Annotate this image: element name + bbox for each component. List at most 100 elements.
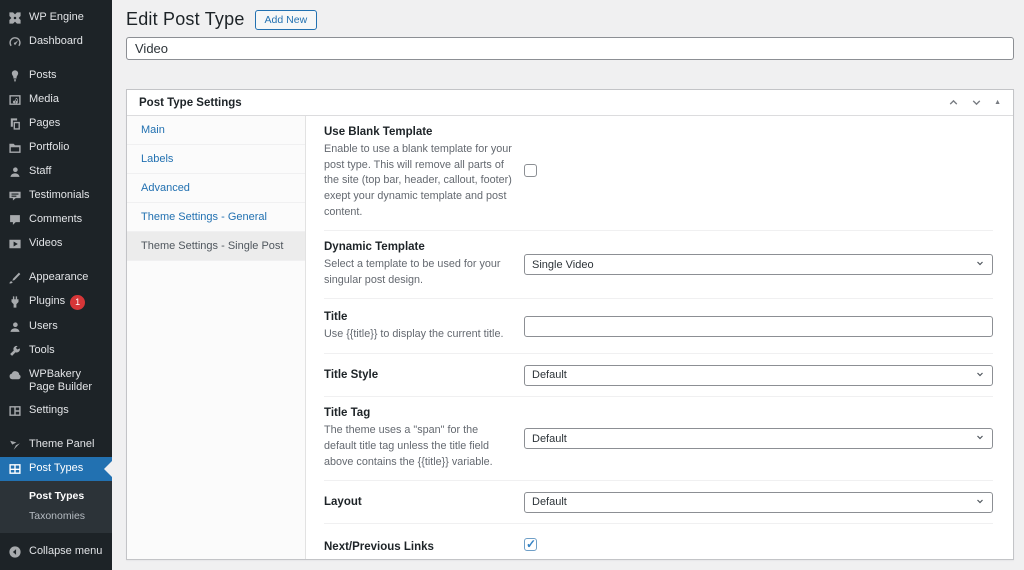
post-types-submenu: Post Types Taxonomies [0, 481, 112, 533]
collapse-arrow-icon [8, 545, 22, 559]
sidebar-item-label: Dashboard [29, 35, 83, 47]
field-label: Dynamic Template [324, 241, 425, 254]
post-type-settings-panel: Post Type Settings ▲ Main Labels Advance… [126, 89, 1014, 560]
sidebar-item-users[interactable]: Users [0, 315, 112, 339]
field-label: Title Style [324, 369, 379, 382]
sidebar-item-comments[interactable]: Comments [0, 208, 112, 232]
person-icon [8, 165, 22, 179]
plugins-update-badge: 1 [70, 295, 86, 310]
title-tag-select[interactable]: Default [524, 428, 993, 450]
submenu-item-taxonomies[interactable]: Taxonomies [0, 506, 112, 526]
sidebar-item-label: Testimonials [29, 189, 90, 201]
field-row-use-blank-template: Use Blank Template Enable to use a blank… [324, 116, 993, 232]
sidebar-item-wpbakery[interactable]: WPBakery Page Builder [0, 363, 112, 399]
main-content: Edit Post Type Add New Post Type Setting… [112, 0, 1024, 570]
move-down-icon[interactable] [971, 97, 982, 108]
move-up-icon[interactable] [948, 97, 959, 108]
dynamic-template-select[interactable]: Single Video [524, 254, 993, 276]
sidebar-item-portfolio[interactable]: Portfolio [0, 136, 112, 160]
field-label: Title [324, 310, 348, 323]
person-icon [8, 320, 22, 334]
chevron-down-icon [975, 496, 985, 509]
post-type-name-input[interactable] [126, 37, 1014, 60]
brush-icon [8, 271, 22, 285]
sidebar-item-label: Appearance [29, 271, 89, 283]
tab-advanced[interactable]: Advanced [127, 174, 305, 203]
sidebar-item-label: Plugins [29, 295, 66, 307]
next-previous-links-checkbox[interactable] [524, 537, 537, 552]
field-label: Use Blank Template [324, 126, 433, 138]
field-row-title-tag: Title Tag The theme uses a "span" for th… [324, 397, 993, 482]
field-label: Title Tag [324, 407, 371, 420]
wpengine-logo-icon [8, 11, 22, 25]
collapse-menu-button[interactable]: Collapse menu [0, 540, 112, 564]
sidebar-item-plugins[interactable]: Plugins 1 [0, 290, 112, 315]
field-row-dynamic-template: Dynamic Template Select a template to be… [324, 231, 993, 300]
sidebar-item-label: Users [29, 320, 58, 332]
page-header: Edit Post Type Add New [126, 9, 1014, 30]
add-new-button[interactable]: Add New [254, 9, 318, 30]
sidebar-item-media[interactable]: Media [0, 88, 112, 112]
title-input[interactable] [524, 315, 993, 337]
sidebar-item-label: Comments [29, 213, 83, 225]
field-label: Layout [324, 496, 362, 509]
submenu-item-post-types[interactable]: Post Types [0, 486, 112, 506]
layout-select[interactable]: Default [524, 491, 993, 513]
sidebar-item-appearance[interactable]: Appearance [0, 266, 112, 290]
sidebar-item-pages[interactable]: Pages [0, 112, 112, 136]
title-style-select[interactable]: Default [524, 364, 993, 386]
field-description: Enable to use a blank template for your … [324, 143, 512, 218]
tab-main[interactable]: Main [127, 116, 305, 145]
pushpin-icon [8, 69, 22, 83]
testimonial-icon [8, 189, 22, 203]
field-row-title: Title Use {{title}} to display the curre… [324, 299, 993, 355]
media-icon [8, 93, 22, 107]
sidebar-item-label: Theme Panel [29, 438, 95, 450]
chevron-down-icon [975, 369, 985, 382]
field-description: Use {{title}} to display the current tit… [324, 327, 504, 340]
panel-body: Main Labels Advanced Theme Settings - Ge… [127, 116, 1013, 559]
tab-labels[interactable]: Labels [127, 145, 305, 174]
sidebar-item-label: Media [29, 93, 59, 105]
sidebar-item-label: Settings [29, 404, 69, 416]
grid-icon [8, 462, 22, 476]
folder-icon [8, 141, 22, 155]
sidebar-item-label: Videos [29, 237, 63, 249]
tab-theme-settings-single-post[interactable]: Theme Settings - Single Post [127, 232, 305, 261]
sidebar-item-staff[interactable]: Staff [0, 160, 112, 184]
settings-icon [8, 404, 22, 418]
panel-header: Post Type Settings ▲ [127, 90, 1013, 116]
sidebar-item-label: Tools [29, 344, 55, 356]
sidebar-item-testimonials[interactable]: Testimonials [0, 184, 112, 208]
collapse-menu-label: Collapse menu [29, 545, 103, 557]
wrench-icon [8, 344, 22, 358]
toggle-panel-icon[interactable]: ▲ [994, 99, 1001, 106]
sidebar-separator [0, 256, 112, 266]
sidebar-item-label: Posts [29, 69, 57, 81]
field-description: The theme uses a "span" for the default … [324, 424, 493, 468]
tab-theme-settings-general[interactable]: Theme Settings - General [127, 203, 305, 232]
sidebar-item-videos[interactable]: Videos [0, 232, 112, 256]
panel-title: Post Type Settings [139, 96, 242, 109]
use-blank-template-checkbox[interactable] [524, 164, 537, 178]
sidebar-item-post-types[interactable]: Post Types [0, 457, 112, 481]
sidebar-item-label: Post Types [29, 462, 84, 474]
field-description: Select a template to be used for your si… [324, 258, 501, 286]
sidebar-item-theme-panel[interactable]: Theme Panel [0, 433, 112, 457]
sidebar-separator [0, 54, 112, 64]
theme-panel-icon [8, 438, 22, 452]
admin-sidebar: WP Engine Dashboard Posts Media Pages Po… [0, 0, 112, 570]
sidebar-item-label: Portfolio [29, 141, 70, 153]
panel-controls: ▲ [948, 97, 1001, 108]
field-row-layout: Layout Default [324, 481, 993, 525]
sidebar-item-posts[interactable]: Posts [0, 64, 112, 88]
sidebar-item-label: WPBakery Page Builder [29, 368, 92, 393]
settings-tab-list: Main Labels Advanced Theme Settings - Ge… [127, 116, 306, 559]
sidebar-item-settings[interactable]: Settings [0, 399, 112, 423]
plug-icon [8, 295, 22, 309]
dashboard-icon [8, 35, 22, 49]
sidebar-item-tools[interactable]: Tools [0, 339, 112, 363]
sidebar-item-dashboard[interactable]: Dashboard [0, 30, 112, 54]
sidebar-item-wp-engine[interactable]: WP Engine [0, 6, 112, 30]
page-title: Edit Post Type [126, 9, 245, 29]
